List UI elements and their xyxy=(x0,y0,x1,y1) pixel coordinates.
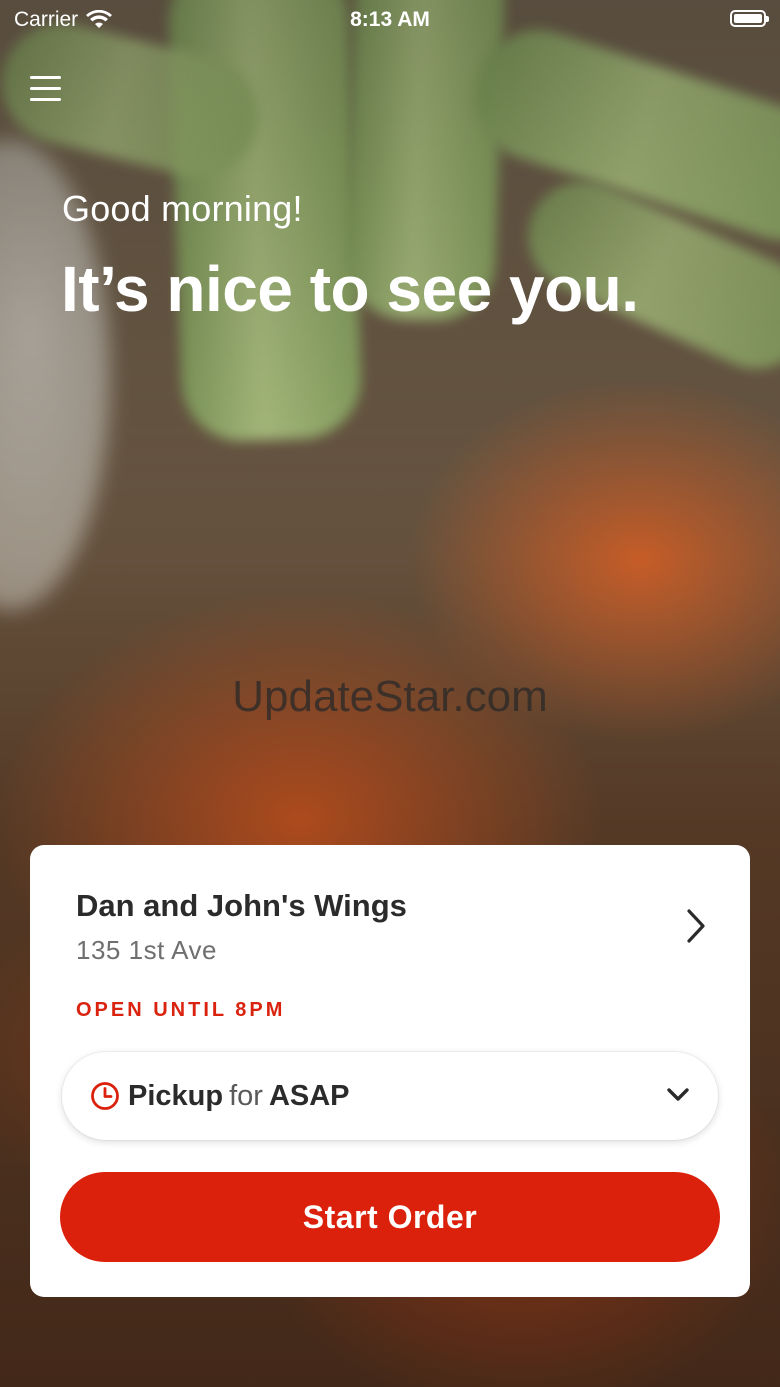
store-hours-status: OPEN UNTIL 8PM xyxy=(76,999,286,1021)
chevron-right-icon[interactable] xyxy=(680,907,710,945)
order-mode-label: Pickup for ASAP xyxy=(128,1080,350,1113)
battery-icon xyxy=(730,10,769,27)
chevron-down-icon xyxy=(667,1088,689,1101)
hamburger-menu-icon[interactable] xyxy=(30,74,61,102)
status-time: 8:13 AM xyxy=(350,8,430,31)
clock-icon xyxy=(91,1082,119,1110)
store-address: 135 1st Ave xyxy=(76,935,217,965)
order-mode-selector[interactable]: Pickup for ASAP xyxy=(62,1052,718,1140)
greeting-text: Good morning! xyxy=(62,188,303,229)
order-mode-type: Pickup xyxy=(128,1079,224,1112)
order-mode-connector: for xyxy=(229,1079,263,1112)
start-order-button[interactable]: Start Order xyxy=(60,1172,720,1262)
store-card: Dan and John's Wings 135 1st Ave OPEN UN… xyxy=(30,845,750,1297)
status-bar: Carrier 8:13 AM xyxy=(0,0,780,40)
order-mode-time: ASAP xyxy=(268,1079,350,1112)
welcome-headline: It’s nice to see you. xyxy=(61,253,639,325)
watermark: UpdateStar.com xyxy=(232,672,548,721)
store-name[interactable]: Dan and John's Wings xyxy=(76,888,407,924)
